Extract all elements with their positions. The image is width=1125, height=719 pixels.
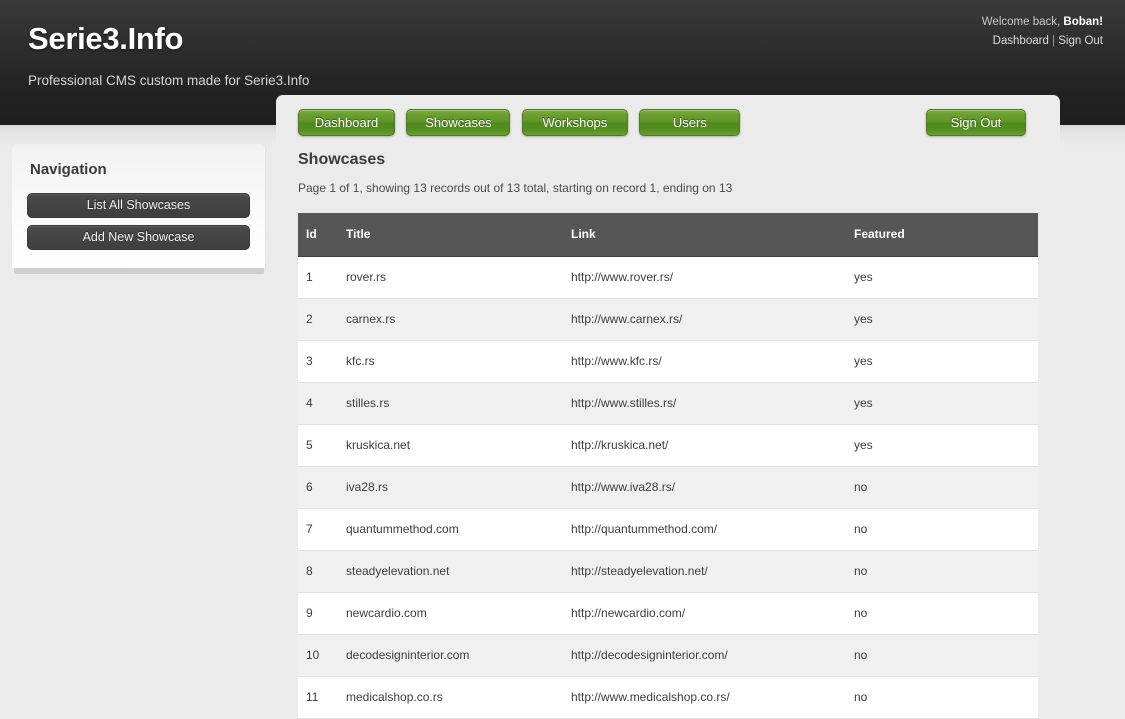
table-row[interactable]: 1 rover.rs http://www.rover.rs/yes	[298, 256, 1038, 299]
table-row[interactable]: 10 decodesigninterior.com http://decodesig…	[298, 634, 1038, 677]
table-row[interactable]: 5 kruskica.net http://kruskica.net/yes	[298, 424, 1038, 467]
tab-users[interactable]: Users	[639, 109, 741, 136]
main-content: Showcases Page 1 of 1, showing 13 record…	[276, 150, 1060, 719]
signout-button[interactable]: Sign Out	[926, 109, 1026, 136]
cell-featured: yes	[846, 298, 1038, 341]
cell-title: newcardio.com	[338, 592, 563, 635]
header-links: Dashboard | Sign Out	[982, 32, 1103, 51]
sidebar-item-add-new-showcase[interactable]: Add New Showcase	[27, 225, 250, 250]
sidebar-inner: Navigation List All Showcases Add New Sh…	[12, 144, 266, 268]
cell-featured: no	[846, 634, 1038, 677]
brand-tagline: Professional CMS custom made for Serie3.…	[28, 73, 310, 88]
cell-id: 1	[298, 256, 338, 299]
cell-link: http://kruskica.net/	[563, 424, 846, 467]
cell-link: http://www.medicalshop.co.rs/	[563, 676, 846, 719]
cell-title: carnex.rs	[338, 298, 563, 341]
sidebar-panel: Navigation List All Showcases Add New Sh…	[12, 144, 266, 274]
welcome-prefix: Welcome back,	[981, 16, 1064, 28]
cell-link: http://decodesigninterior.com/	[563, 634, 846, 677]
column-header-link[interactable]: Link	[563, 213, 846, 257]
table-row[interactable]: 3 kfc.rs http://www.kfc.rs/yes	[298, 340, 1038, 383]
cell-title: medicalshop.co.rs	[338, 676, 563, 719]
cell-id: 5	[298, 424, 338, 467]
cell-featured: no	[846, 550, 1038, 593]
sidebar-title: Navigation	[30, 161, 107, 178]
cell-link: http://www.stilles.rs/	[563, 382, 846, 425]
table-head: Id Title Link Featured	[298, 213, 1038, 257]
table-body: 1 rover.rs http://www.rover.rs/yes 2 carnex.…	[298, 256, 1038, 719]
header-dashboard-link[interactable]: Dashboard	[993, 35, 1049, 47]
page-title: Showcases	[298, 151, 386, 168]
cell-link: http://www.kfc.rs/	[563, 340, 846, 383]
cell-id: 11	[298, 676, 338, 719]
column-header-title[interactable]: Title	[338, 213, 563, 257]
cell-id: 6	[298, 466, 338, 509]
cell-title: rover.rs	[338, 256, 563, 299]
sidebar-item-list-all-showcases[interactable]: List All Showcases	[27, 193, 250, 218]
cell-title: kfc.rs	[338, 340, 563, 383]
showcases-table: Id Title Link Featured 1 rover.rs http://w…	[298, 213, 1038, 719]
cell-id: 10	[298, 634, 338, 677]
cell-id: 4	[298, 382, 338, 425]
cell-link: http://www.carnex.rs/	[563, 298, 846, 341]
user-name: Boban!	[1063, 16, 1103, 28]
cell-featured: no	[846, 466, 1038, 509]
cell-link: http://www.iva28.rs/	[563, 466, 846, 509]
tab-bar: Dashboard Showcases Workshops Users Sign…	[276, 95, 1060, 150]
cell-link: http://steadyelevation.net/	[563, 550, 846, 593]
table-row[interactable]: 2 carnex.rs http://www.carnex.rs/yes	[298, 298, 1038, 341]
column-header-id[interactable]: Id	[298, 213, 338, 257]
tab-workshops[interactable]: Workshops	[521, 109, 628, 136]
table-row[interactable]: 9 newcardio.com http://newcardio.com/no	[298, 592, 1038, 635]
brand: Serie3.Info Professional CMS custom made…	[28, 20, 309, 89]
tab-dashboard[interactable]: Dashboard	[298, 109, 395, 136]
cell-id: 3	[298, 340, 338, 383]
table-row[interactable]: 8 steadyelevation.net http://steadyelevati…	[298, 550, 1038, 593]
tab-showcases[interactable]: Showcases	[406, 109, 511, 136]
cell-title: iva28.rs	[338, 466, 563, 509]
welcome-message: Welcome back, Boban!	[982, 13, 1103, 32]
cell-id: 7	[298, 508, 338, 551]
sidebar-footer-bar	[14, 268, 264, 274]
table-row[interactable]: 7 quantummethod.com http://quantummethod.c…	[298, 508, 1038, 551]
cell-title: decodesigninterior.com	[338, 634, 563, 677]
table-row[interactable]: 11 medicalshop.co.rs http://www.medicalsho…	[298, 676, 1038, 719]
header-signout-link[interactable]: Sign Out	[1058, 35, 1103, 47]
cell-featured: no	[846, 592, 1038, 635]
cell-title: quantummethod.com	[338, 508, 563, 551]
table-row[interactable]: 6 iva28.rs http://www.iva28.rs/no	[298, 466, 1038, 509]
cell-link: http://www.rover.rs/	[563, 256, 846, 299]
user-session-box: Welcome back, Boban! Dashboard | Sign Ou…	[982, 13, 1103, 51]
cell-link: http://quantummethod.com/	[563, 508, 846, 551]
brand-title: Serie3.Info	[28, 21, 184, 56]
table-header-row: Id Title Link Featured	[298, 213, 1038, 257]
header-link-separator: |	[1052, 35, 1056, 47]
column-header-featured[interactable]: Featured	[846, 213, 1038, 257]
cell-featured: yes	[846, 256, 1038, 299]
pagination-summary: Page 1 of 1, showing 13 records out of 1…	[298, 181, 733, 195]
cell-id: 9	[298, 592, 338, 635]
table-row[interactable]: 4 stilles.rs http://www.stilles.rs/yes	[298, 382, 1038, 425]
cell-featured: no	[846, 676, 1038, 719]
content-panel: Dashboard Showcases Workshops Users Sign…	[276, 95, 1060, 719]
cell-id: 8	[298, 550, 338, 593]
cell-link: http://newcardio.com/	[563, 592, 846, 635]
cell-featured: yes	[846, 382, 1038, 425]
cell-featured: no	[846, 508, 1038, 551]
cell-title: stilles.rs	[338, 382, 563, 425]
cell-featured: yes	[846, 340, 1038, 383]
cell-id: 2	[298, 298, 338, 341]
cell-title: steadyelevation.net	[338, 550, 563, 593]
cell-featured: yes	[846, 424, 1038, 467]
cell-title: kruskica.net	[338, 424, 563, 467]
